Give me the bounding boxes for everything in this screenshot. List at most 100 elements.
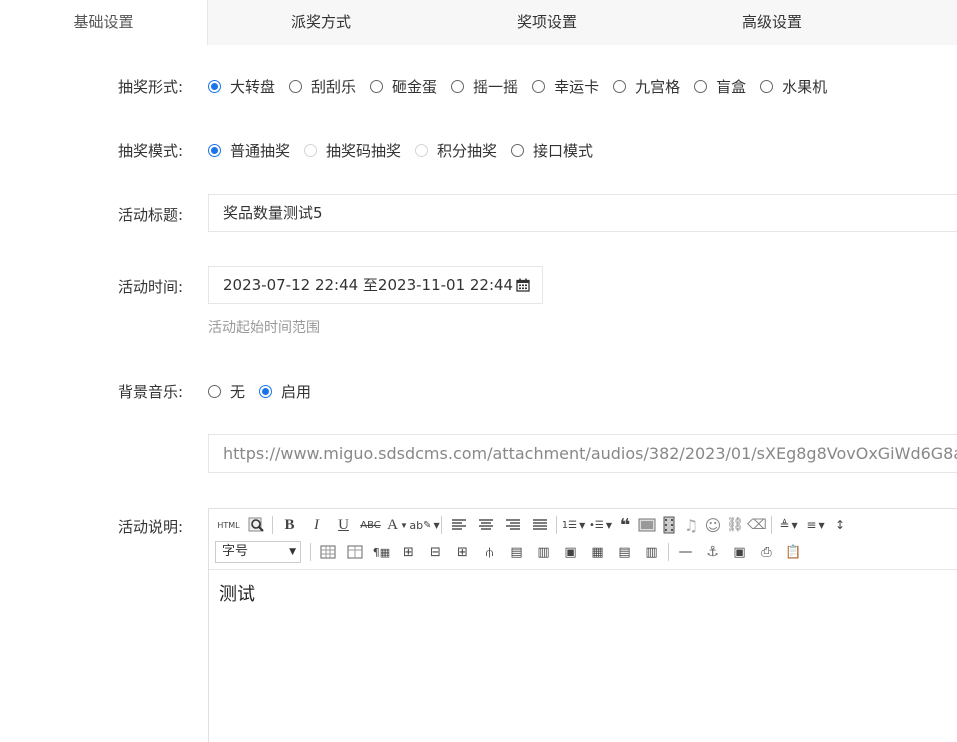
lottery-form-option-scratch[interactable]: 刮刮乐 bbox=[289, 76, 356, 97]
tab-bar: 基础设置 派奖方式 奖项设置 高级设置 bbox=[0, 0, 957, 45]
background-music-option-none[interactable]: 无 bbox=[208, 381, 245, 402]
insert-paragraph-before-table-icon[interactable]: ¶▦ bbox=[368, 541, 395, 563]
activity-time-input[interactable]: 2023-07-12 22:44 至2023-11-01 22:44 bbox=[208, 266, 543, 304]
lottery-form-option-lucky-card[interactable]: 幸运卡 bbox=[532, 76, 599, 97]
activity-title-input[interactable]: 奖品数量测试5 bbox=[208, 194, 957, 232]
toolbar-row-1: HTML B I U ABC A ▼ ab ✎ ▼ 1☰ ▼ •☰ ▼ ❝ ♫ … bbox=[215, 513, 851, 537]
preview-icon[interactable] bbox=[242, 514, 269, 536]
radio-circle[interactable] bbox=[370, 80, 384, 93]
insert-frame-icon[interactable]: ▣ bbox=[726, 541, 753, 563]
background-music-radio-group: 无 启用 bbox=[208, 381, 325, 402]
image-icon[interactable] bbox=[636, 514, 658, 536]
insert-col-icon[interactable]: ⊞ bbox=[449, 541, 476, 563]
radio-circle[interactable] bbox=[289, 80, 303, 93]
print-icon[interactable]: ⎙ bbox=[753, 541, 780, 563]
tab-prize-settings[interactable]: 奖项设置 bbox=[447, 0, 647, 45]
tab-advanced-settings[interactable]: 高级设置 bbox=[672, 0, 872, 45]
lottery-mode-option-api[interactable]: 接口模式 bbox=[511, 140, 593, 161]
split-cols-icon[interactable]: ▥ bbox=[638, 541, 665, 563]
row-spacing-bottom-icon[interactable]: ≡ ▼ bbox=[802, 514, 829, 536]
rich-text-editor: HTML B I U ABC A ▼ ab ✎ ▼ 1☰ ▼ •☰ ▼ ❝ ♫ … bbox=[208, 508, 957, 742]
lottery-form-option-shake[interactable]: 摇一摇 bbox=[451, 76, 518, 97]
insert-table-icon[interactable] bbox=[314, 541, 341, 563]
align-right-icon[interactable] bbox=[499, 514, 526, 536]
align-left-icon[interactable] bbox=[445, 514, 472, 536]
background-music-label: 背景音乐: bbox=[117, 383, 183, 401]
underline-icon[interactable]: U bbox=[330, 514, 357, 536]
link-icon[interactable]: ⛓ bbox=[724, 514, 746, 536]
delete-table-icon[interactable] bbox=[341, 541, 368, 563]
merge-cells-icon[interactable]: ▤ bbox=[503, 541, 530, 563]
bold-icon[interactable]: B bbox=[276, 514, 303, 536]
insert-row-icon[interactable]: ⊞ bbox=[395, 541, 422, 563]
html-source-icon[interactable]: HTML bbox=[215, 514, 242, 536]
align-justify-icon[interactable] bbox=[526, 514, 553, 536]
radio-circle[interactable] bbox=[208, 80, 221, 93]
radio-circle[interactable] bbox=[760, 80, 774, 93]
lottery-form-option-blind-box[interactable]: 盲盒 bbox=[694, 76, 746, 97]
delete-col-icon[interactable]: ⫛ bbox=[476, 541, 503, 563]
toolbar-divider bbox=[272, 516, 273, 534]
align-center-icon[interactable] bbox=[472, 514, 499, 536]
delete-row-icon[interactable]: ⊟ bbox=[422, 541, 449, 563]
radio-circle[interactable] bbox=[451, 80, 465, 93]
ordered-list-icon[interactable]: 1☰ ▼ bbox=[560, 514, 587, 536]
lottery-form-option-wheel[interactable]: 大转盘 bbox=[208, 76, 275, 97]
video-icon[interactable] bbox=[658, 514, 680, 536]
lottery-form-radio-group: 大转盘 刮刮乐 砸金蛋 摇一摇 幸运卡 九宫格 盲盒 水果机 bbox=[208, 76, 841, 97]
lottery-mode-radio-group: 普通抽奖 抽奖码抽奖 积分抽奖 接口模式 bbox=[208, 140, 607, 161]
unordered-list-icon[interactable]: •☰ ▼ bbox=[587, 514, 614, 536]
lottery-mode-option-points: 积分抽奖 bbox=[415, 140, 497, 161]
lottery-mode-option-normal[interactable]: 普通抽奖 bbox=[208, 140, 290, 161]
music-url-input[interactable]: https://www.miguo.sdsdcms.com/attachment… bbox=[208, 434, 957, 473]
merge-right-icon[interactable]: ▥ bbox=[530, 541, 557, 563]
editor-content-area[interactable]: 测试 bbox=[209, 570, 957, 616]
music-icon[interactable]: ♫ bbox=[680, 514, 702, 536]
lottery-form-option-egg[interactable]: 砸金蛋 bbox=[370, 76, 437, 97]
radio-circle bbox=[415, 144, 429, 157]
emoticon-icon[interactable]: ☺ bbox=[702, 514, 724, 536]
radio-circle[interactable] bbox=[259, 385, 273, 398]
toolbar-row-2: 字号 ▼ ¶▦ ⊞ ⊟ ⊞ ⫛ ▤ ▥ ▣ ▦ ▤ ▥ — ⚓ ▣ ⎙ 📋 bbox=[215, 540, 807, 564]
activity-time-label: 活动时间: bbox=[117, 278, 183, 296]
split-rows-icon[interactable]: ▤ bbox=[611, 541, 638, 563]
radio-circle[interactable] bbox=[511, 144, 525, 157]
toolbar-divider bbox=[668, 543, 669, 561]
paste-icon[interactable]: 📋 bbox=[780, 541, 807, 563]
split-cells-icon[interactable]: ▦ bbox=[584, 541, 611, 563]
activity-title-label: 活动标题: bbox=[117, 206, 183, 224]
line-height-icon[interactable]: ↕ bbox=[829, 514, 851, 536]
lottery-form-label: 抽奖形式: bbox=[117, 78, 183, 96]
lottery-form-option-grid[interactable]: 九宫格 bbox=[613, 76, 680, 97]
horizontal-rule-icon[interactable]: — bbox=[672, 541, 699, 563]
radio-circle[interactable] bbox=[613, 80, 627, 93]
toolbar-divider bbox=[771, 516, 772, 534]
font-color-icon[interactable]: A ▼ bbox=[384, 514, 411, 536]
background-music-option-enable[interactable]: 启用 bbox=[259, 381, 311, 402]
radio-circle[interactable] bbox=[532, 80, 546, 93]
activity-time-value: 2023-07-12 22:44 至2023-11-01 22:44 bbox=[223, 276, 514, 294]
calendar-icon bbox=[516, 278, 530, 292]
font-size-select[interactable]: 字号 ▼ bbox=[215, 541, 301, 563]
merge-down-icon[interactable]: ▣ bbox=[557, 541, 584, 563]
italic-icon[interactable]: I bbox=[303, 514, 330, 536]
tab-basic-settings[interactable]: 基础设置 bbox=[0, 0, 208, 45]
radio-circle[interactable] bbox=[208, 385, 221, 398]
toolbar-divider bbox=[556, 516, 557, 534]
tab-prize-distribution[interactable]: 派奖方式 bbox=[221, 0, 421, 45]
eraser-icon[interactable]: ⌫ bbox=[746, 514, 768, 536]
anchor-icon[interactable]: ⚓ bbox=[699, 541, 726, 563]
lottery-mode-label: 抽奖模式: bbox=[117, 142, 183, 160]
editor-toolbar: HTML B I U ABC A ▼ ab ✎ ▼ 1☰ ▼ •☰ ▼ ❝ ♫ … bbox=[209, 509, 957, 570]
radio-circle[interactable] bbox=[208, 144, 221, 157]
toolbar-divider bbox=[310, 543, 311, 561]
radio-circle bbox=[304, 144, 318, 157]
blockquote-icon[interactable]: ❝ bbox=[614, 514, 636, 536]
row-spacing-top-icon[interactable]: ≜ ▼ bbox=[775, 514, 802, 536]
radio-circle[interactable] bbox=[694, 80, 708, 93]
strikethrough-icon[interactable]: ABC bbox=[357, 514, 384, 536]
activity-description-label: 活动说明: bbox=[117, 518, 183, 536]
lottery-mode-option-code: 抽奖码抽奖 bbox=[304, 140, 401, 161]
lottery-form-option-fruit-machine[interactable]: 水果机 bbox=[760, 76, 827, 97]
background-color-icon[interactable]: ab ✎ ▼ bbox=[409, 514, 439, 536]
